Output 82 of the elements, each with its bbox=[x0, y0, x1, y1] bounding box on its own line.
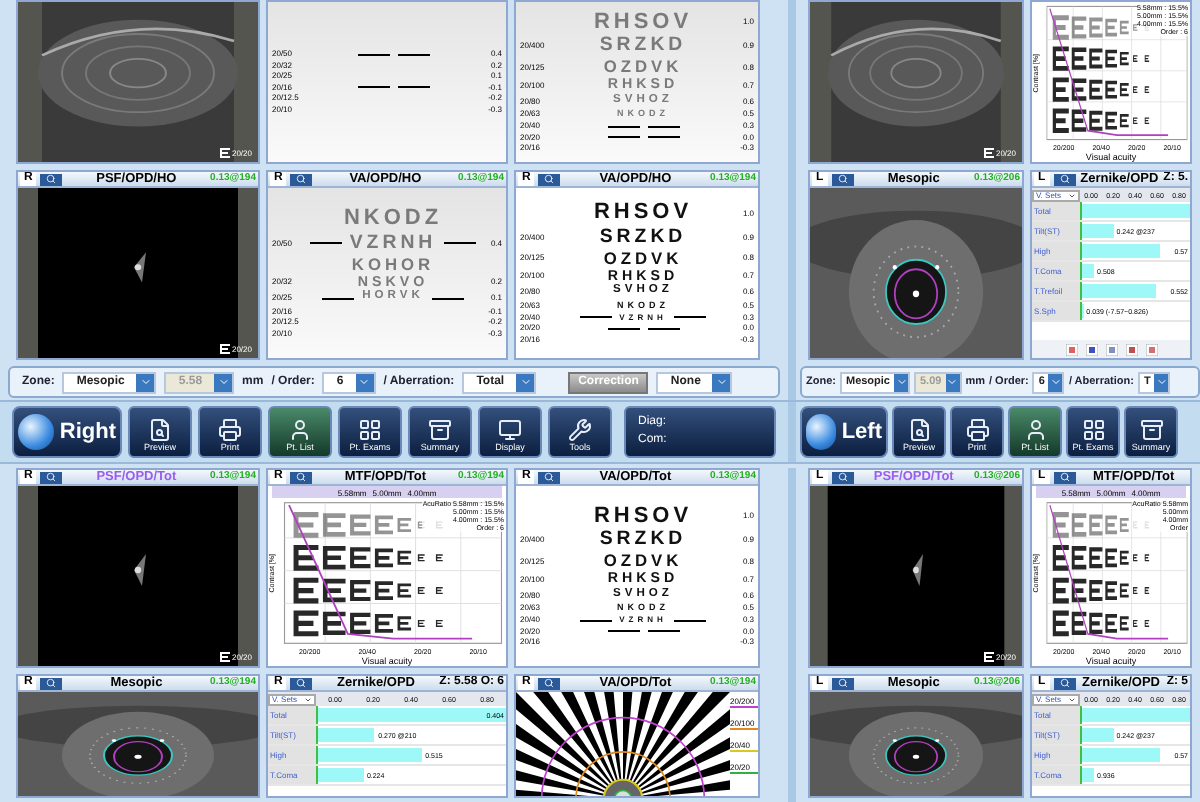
line-marker bbox=[607, 125, 639, 128]
tool-icon[interactable] bbox=[1105, 343, 1117, 355]
optotype-row: RHSOV bbox=[593, 505, 693, 528]
line-marker bbox=[607, 136, 639, 139]
optotype-row: OZDVK bbox=[603, 552, 683, 570]
toolbar-icon bbox=[358, 418, 382, 442]
line-marker bbox=[607, 630, 639, 633]
line-marker bbox=[647, 630, 679, 633]
zoom-button[interactable] bbox=[831, 173, 854, 185]
caret-icon bbox=[1049, 376, 1062, 388]
line-marker bbox=[647, 136, 679, 139]
zoom-button[interactable] bbox=[538, 173, 561, 185]
optotype-icon bbox=[219, 148, 230, 158]
line-marker bbox=[322, 297, 355, 300]
tool-icon[interactable] bbox=[1145, 343, 1157, 355]
optotype-row: VZRNH bbox=[349, 233, 437, 253]
optotype-row: RHSOV bbox=[593, 11, 693, 34]
zoom-button[interactable] bbox=[1053, 677, 1076, 689]
toolbar-icon bbox=[218, 418, 242, 442]
zoom-button[interactable] bbox=[1053, 173, 1076, 185]
eye-button[interactable]: Left bbox=[800, 406, 888, 458]
zoom-button[interactable] bbox=[40, 471, 63, 483]
optotype-row: RHSOV bbox=[593, 202, 693, 225]
toolbar-icon bbox=[288, 418, 312, 442]
line-marker bbox=[309, 242, 342, 245]
eye-indicator-icon bbox=[18, 414, 54, 450]
zoom-button[interactable] bbox=[290, 471, 313, 483]
toolbar-icon bbox=[568, 418, 592, 442]
toolbar-icon bbox=[1139, 418, 1163, 442]
caret-icon bbox=[895, 376, 907, 388]
optotype-row: KOHOR bbox=[351, 255, 435, 273]
toolbar-icon bbox=[1023, 418, 1047, 442]
zoom-button[interactable] bbox=[831, 471, 854, 483]
line-marker bbox=[647, 125, 679, 128]
zoom-button[interactable] bbox=[1053, 471, 1076, 483]
toolbar-icon bbox=[428, 418, 452, 442]
zoom-button[interactable] bbox=[40, 677, 63, 689]
caret-icon bbox=[1155, 376, 1168, 388]
line-marker bbox=[579, 316, 612, 319]
caret-icon bbox=[715, 376, 728, 388]
tool-icon[interactable] bbox=[1125, 343, 1137, 355]
toolbar-icon bbox=[965, 418, 989, 442]
tool-icon[interactable] bbox=[1085, 343, 1097, 355]
optotype-row: OZDVK bbox=[603, 249, 683, 267]
toolbar-icon bbox=[907, 418, 931, 442]
zoom-button[interactable] bbox=[538, 677, 561, 689]
caret-icon bbox=[139, 376, 152, 388]
caret-icon bbox=[358, 376, 371, 388]
line-marker bbox=[607, 327, 639, 330]
caret-icon bbox=[519, 376, 532, 388]
eye-button[interactable]: Right bbox=[12, 406, 122, 458]
line-marker bbox=[357, 86, 389, 89]
optotype-icon bbox=[983, 148, 994, 158]
line-marker bbox=[431, 297, 464, 300]
line-marker bbox=[674, 619, 707, 622]
zoom-button[interactable] bbox=[538, 471, 561, 483]
line-marker bbox=[647, 327, 679, 330]
toolbar-icon bbox=[498, 418, 522, 442]
line-marker bbox=[397, 86, 429, 89]
zoom-button[interactable] bbox=[40, 173, 63, 185]
line-marker bbox=[444, 242, 477, 245]
eye-indicator-icon bbox=[806, 414, 836, 450]
optotype-row: NKODZ bbox=[343, 208, 443, 231]
optotype-icon bbox=[219, 652, 230, 662]
toolbar-icon bbox=[148, 418, 172, 442]
optotype-icon bbox=[983, 652, 994, 662]
optotype-row: SRZKD bbox=[599, 36, 687, 56]
zoom-button[interactable] bbox=[831, 677, 854, 689]
caret-icon bbox=[946, 376, 959, 388]
zoom-button[interactable] bbox=[290, 677, 313, 689]
tool-icon[interactable] bbox=[1065, 343, 1077, 355]
line-marker bbox=[357, 53, 389, 56]
optotype-icon bbox=[219, 344, 230, 354]
line-marker bbox=[674, 316, 707, 319]
optotype-row: OZDVK bbox=[603, 58, 683, 76]
caret-icon bbox=[217, 376, 230, 388]
optotype-row: SRZKD bbox=[599, 530, 687, 550]
toolbar-icon bbox=[1081, 418, 1105, 442]
optotype-row: SRZKD bbox=[599, 227, 687, 247]
zoom-button[interactable] bbox=[290, 173, 313, 185]
line-marker bbox=[579, 619, 612, 622]
line-marker bbox=[397, 53, 429, 56]
